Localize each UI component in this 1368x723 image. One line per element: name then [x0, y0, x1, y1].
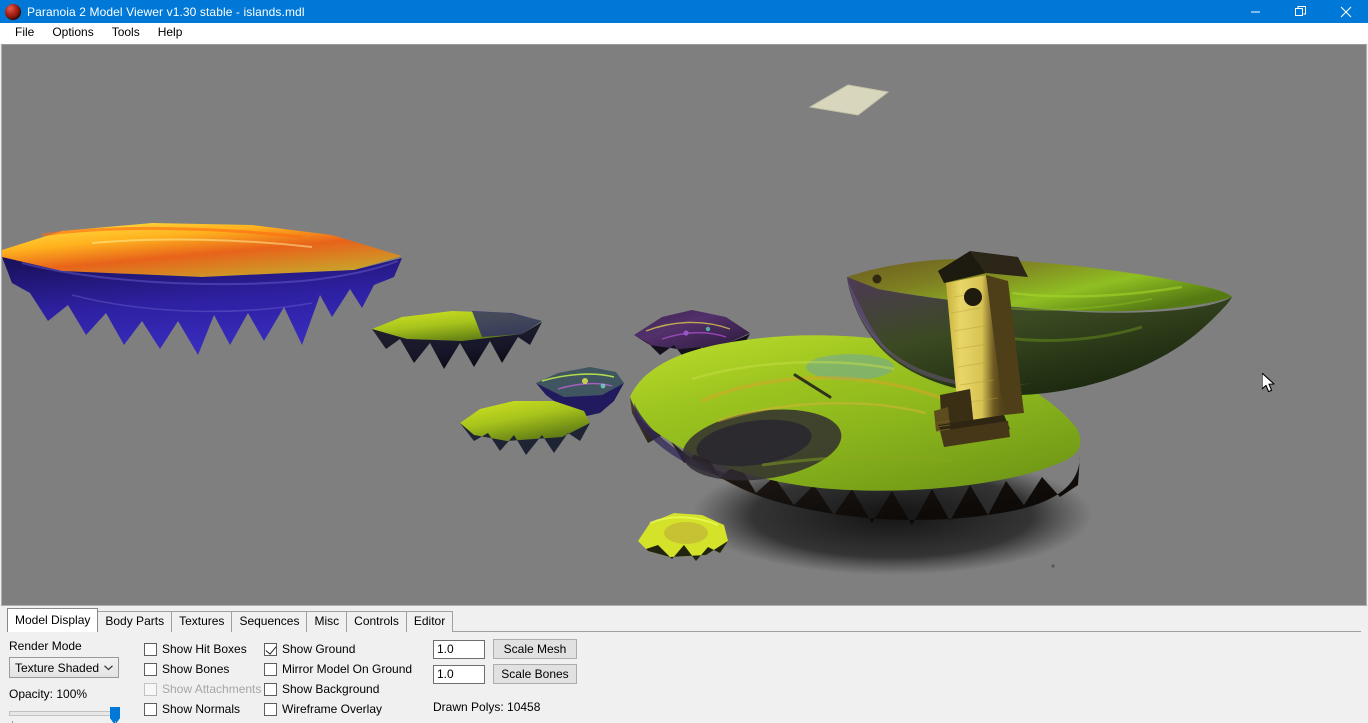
bottom-panel: Model Display Body Parts Textures Sequen… — [0, 606, 1368, 723]
tab-editor[interactable]: Editor — [405, 611, 454, 632]
render-mode-group: Render Mode Texture Shaded Opacity: 100% — [9, 639, 131, 723]
opacity-label: Opacity: 100% — [9, 687, 88, 701]
scale-controls-group: Scale Mesh Scale Bones Drawn Polys: 1045… — [433, 639, 577, 714]
sphere-icon — [5, 3, 21, 20]
scale-bones-button[interactable]: Scale Bones — [493, 664, 577, 684]
tab-controls[interactable]: Controls — [346, 611, 407, 632]
tab-misc[interactable]: Misc — [306, 611, 348, 632]
model-display-panel: Render Mode Texture Shaded Opacity: 100%… — [0, 632, 1368, 723]
drawn-polys-status: Drawn Polys: 10458 — [433, 700, 541, 714]
restore-button[interactable] — [1278, 0, 1323, 23]
menu-tools[interactable]: Tools — [103, 23, 149, 43]
scale-mesh-row: Scale Mesh — [433, 639, 577, 659]
checkbox-label: Show Background — [282, 681, 380, 696]
chevron-down-icon — [104, 665, 113, 671]
checkbox-label: Mirror Model On Ground — [282, 661, 413, 676]
scale-bones-row: Scale Bones — [433, 664, 577, 684]
checkbox-wireframe-overlay[interactable]: Wireframe Overlay — [264, 699, 412, 719]
checkbox-label: Show Normals — [162, 701, 241, 716]
checkbox-label: Show Attachments — [162, 681, 262, 696]
checkbox-box[interactable] — [144, 702, 157, 716]
render-mode-value: Texture Shaded — [15, 660, 100, 675]
checkbox-label: Show Hit Boxes — [162, 641, 247, 656]
tab-sequences[interactable]: Sequences — [231, 611, 308, 632]
checkbox-label: Show Ground — [282, 641, 356, 656]
menu-help[interactable]: Help — [149, 23, 192, 43]
checkbox-box — [144, 682, 157, 696]
tab-model-display[interactable]: Model Display — [7, 608, 99, 632]
window-title: Paranoia 2 Model Viewer v1.30 stable - i… — [27, 4, 305, 19]
menu-file[interactable]: File — [6, 23, 43, 43]
checkbox-box[interactable] — [264, 702, 277, 716]
display-options-left: Show Hit Boxes Show Bones Show Attachmen… — [144, 639, 261, 719]
close-button[interactable] — [1323, 0, 1368, 23]
menu-bar: File Options Tools Help — [0, 23, 1368, 44]
opacity-slider[interactable] — [9, 707, 120, 723]
checkbox-show-attachments: Show Attachments — [144, 679, 261, 699]
checkbox-label: Show Bones — [162, 661, 230, 676]
checkbox-box[interactable] — [264, 682, 277, 696]
checkbox-show-bones[interactable]: Show Bones — [144, 659, 261, 679]
tab-body-parts[interactable]: Body Parts — [97, 611, 173, 632]
title-bar: Paranoia 2 Model Viewer v1.30 stable - i… — [0, 0, 1368, 23]
checkbox-box[interactable] — [264, 642, 277, 656]
window-controls — [1233, 0, 1368, 23]
scale-mesh-button[interactable]: Scale Mesh — [493, 639, 577, 659]
opacity-slider-track — [9, 711, 120, 716]
scale-bones-input[interactable] — [433, 664, 485, 684]
checkbox-show-hit-boxes[interactable]: Show Hit Boxes — [144, 639, 261, 659]
tab-textures[interactable]: Textures — [171, 611, 233, 632]
checkbox-label: Wireframe Overlay — [282, 701, 383, 716]
checkbox-box[interactable] — [144, 642, 157, 656]
checkbox-show-ground[interactable]: Show Ground — [264, 639, 412, 659]
checkbox-show-normals[interactable]: Show Normals — [144, 699, 261, 719]
checkbox-mirror-model-on-ground[interactable]: Mirror Model On Ground — [264, 659, 412, 679]
checkbox-box[interactable] — [264, 662, 277, 676]
render-mode-dropdown[interactable]: Texture Shaded — [9, 657, 119, 678]
menu-options[interactable]: Options — [43, 23, 102, 43]
display-options-right: Show Ground Mirror Model On Ground Show … — [264, 639, 412, 719]
tab-strip: Model Display Body Parts Textures Sequen… — [0, 608, 1368, 632]
checkbox-box[interactable] — [144, 662, 157, 676]
rendered-model-scene — [2, 45, 1366, 605]
render-mode-label: Render Mode — [9, 639, 82, 653]
scale-mesh-input[interactable] — [433, 639, 485, 659]
checkbox-show-background[interactable]: Show Background — [264, 679, 412, 699]
minimize-button[interactable] — [1233, 0, 1278, 23]
model-viewport[interactable] — [1, 44, 1367, 606]
